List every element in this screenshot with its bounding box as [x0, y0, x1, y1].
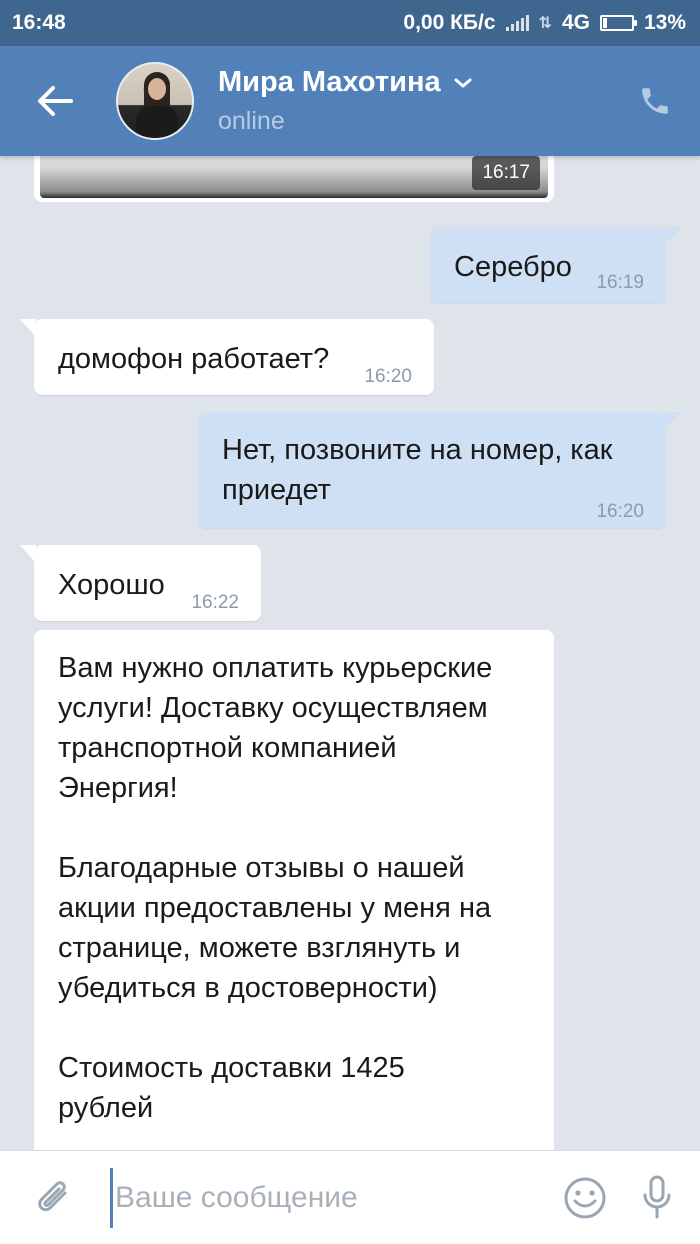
status-time: 16:48 [12, 11, 66, 34]
message-text-line: Вам нужно оплатить курьерские [58, 652, 493, 684]
battery-percent: 13% [643, 11, 686, 34]
message-text: Серебро [454, 251, 572, 283]
message-text-line: транспортной компанией [58, 732, 397, 764]
contact-name[interactable]: Мира Махотина [218, 66, 610, 99]
network-speed: 0,00 КБ/с [403, 11, 496, 34]
microphone-icon [643, 1175, 671, 1218]
message-text: домофон работает? [58, 343, 330, 375]
attach-button[interactable] [0, 1151, 110, 1244]
contact-status: online [218, 107, 285, 135]
emoji-icon [564, 1177, 606, 1218]
back-arrow-icon [38, 86, 73, 116]
message-time: 16:17 [472, 156, 540, 190]
message-time: 16:19 [596, 272, 644, 293]
chat-header: Мира Махотина online [0, 46, 700, 156]
message-text-line: странице, можете взглянуть и [58, 932, 461, 964]
message-text-line: услуги! Доставку осуществляем [58, 692, 488, 724]
message-time: 16:22 [191, 592, 239, 613]
message-text-line: убедиться в достоверности) [58, 972, 438, 1004]
message-text-line: рублей [58, 1092, 154, 1124]
message-text-line: Нет, позвоните на номер, как [222, 434, 613, 466]
message-incoming[interactable]: Вам нужно оплатить курьерские услуги! До… [34, 630, 554, 1150]
message-outgoing[interactable]: Серебро 16:19 [430, 227, 682, 303]
message-composer [0, 1150, 700, 1244]
network-type: 4G [561, 11, 590, 34]
status-bar: 16:48 0,00 КБ/с ⇅ 4G 13% [0, 0, 700, 46]
message-incoming[interactable]: Хорошо 16:22 [20, 545, 261, 621]
phone-icon [642, 88, 668, 114]
message-outgoing[interactable]: Нет, позвоните на номер, как приедет 16:… [198, 412, 682, 528]
message-list[interactable]: 16:17 Серебро 16:19 домофон работает? 16… [0, 156, 700, 1150]
message-text-line: Стоимость доставки 1425 [58, 1052, 405, 1084]
contact-info[interactable]: Мира Махотина online [218, 66, 610, 136]
message-incoming[interactable]: домофон работает? 16:20 [20, 319, 434, 395]
status-indicators: 0,00 КБ/с ⇅ 4G 13% [403, 11, 686, 35]
photo-attachment[interactable]: 16:17 [40, 156, 548, 198]
photo-message[interactable]: 16:17 [34, 156, 554, 202]
emoji-button[interactable] [556, 1151, 614, 1244]
message-time: 16:20 [596, 501, 644, 522]
chevron-down-icon [454, 78, 472, 87]
message-text-line: Благодарные отзывы о нашей [58, 852, 465, 884]
message-text-line: Энергия! [58, 772, 178, 804]
message-input[interactable] [110, 1167, 556, 1228]
contact-name-text: Мира Махотина [218, 66, 441, 98]
back-button[interactable] [0, 46, 110, 156]
data-arrows-icon: ⇅ [538, 15, 552, 32]
voice-record-button[interactable] [614, 1151, 700, 1244]
message-text-line: акции предоставлены у меня на [58, 892, 492, 924]
avatar[interactable] [116, 62, 194, 140]
signal-icon [505, 15, 529, 31]
call-button[interactable] [610, 46, 700, 156]
message-time: 16:20 [364, 366, 412, 387]
message-text: Хорошо [58, 569, 165, 601]
paperclip-icon [38, 1180, 67, 1211]
battery-icon [599, 15, 637, 31]
